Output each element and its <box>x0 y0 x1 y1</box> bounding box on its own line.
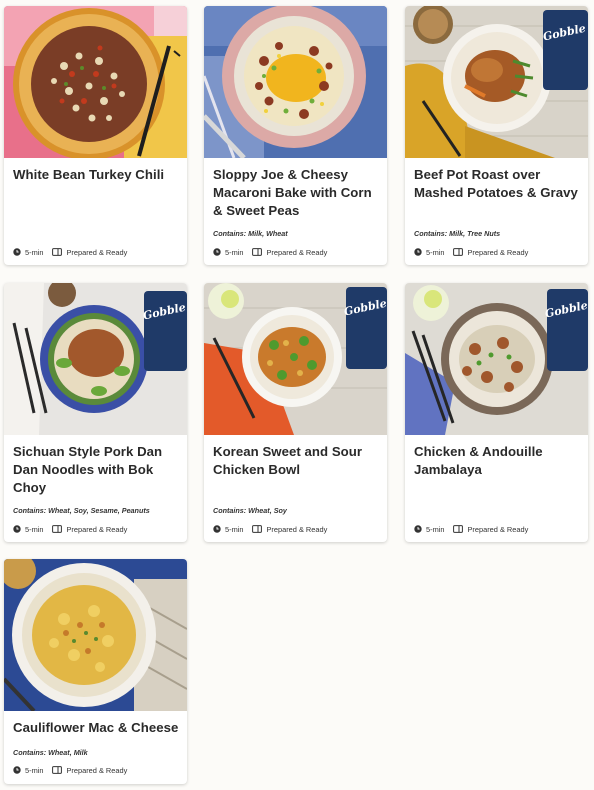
meal-card[interactable]: Gobble Chicken & Andouille Jambalaya 5-m… <box>405 283 588 542</box>
meal-photo: Gobble <box>405 283 588 435</box>
prep-status: Prepared & Ready <box>266 247 328 257</box>
prep-time: 5-min <box>225 524 244 534</box>
meal-title: Korean Sweet and Sour Chicken Bowl <box>213 444 363 477</box>
meal-title: White Bean Turkey Chili <box>13 167 165 182</box>
prep-time: 5-min <box>25 524 44 534</box>
allergen-info: Contains: Milk, Wheat <box>213 229 288 238</box>
prep-status: Prepared & Ready <box>266 524 328 534</box>
prep-status: Prepared & Ready <box>66 247 128 257</box>
meal-meta: 5-min Prepared & Ready <box>13 246 179 258</box>
clock-icon <box>213 248 221 256</box>
meal-card[interactable]: Gobble Beef Pot Roast over Mashed Potato… <box>405 6 588 265</box>
meal-card[interactable]: Sloppy Joe & Cheesy Macaroni Bake with C… <box>204 6 387 265</box>
meal-title: Chicken & Andouille Jambalaya <box>414 444 543 477</box>
meal-tray-icon <box>453 525 464 533</box>
meal-meta: 5-min Prepared & Ready <box>213 246 379 258</box>
meal-meta: 5-min Prepared & Ready <box>414 246 580 258</box>
prep-status: Prepared & Ready <box>66 765 128 775</box>
meal-meta: 5-min Prepared & Ready <box>13 764 179 776</box>
clock-icon <box>13 766 21 774</box>
meal-grid: White Bean Turkey Chili 5-min Prepared &… <box>0 0 594 790</box>
prep-status: Prepared & Ready <box>467 247 529 257</box>
meal-photo <box>204 6 387 158</box>
meal-photo <box>4 6 187 158</box>
prep-time: 5-min <box>426 524 445 534</box>
prep-time: 5-min <box>426 247 445 257</box>
meal-title: Sloppy Joe & Cheesy Macaroni Bake with C… <box>213 167 372 218</box>
meal-photo: Gobble <box>405 6 588 158</box>
prep-status: Prepared & Ready <box>467 524 529 534</box>
meal-tray-icon <box>252 248 263 256</box>
meal-tray-icon <box>453 248 464 256</box>
meal-tray-icon <box>52 248 63 256</box>
meal-tray-icon <box>252 525 263 533</box>
prep-status: Prepared & Ready <box>66 524 128 534</box>
meal-card[interactable]: White Bean Turkey Chili 5-min Prepared &… <box>4 6 187 265</box>
allergen-info: Contains: Wheat, Milk <box>13 748 88 757</box>
meal-card[interactable]: Gobble Korean Sweet and Sour Chicken Bow… <box>204 283 387 542</box>
clock-icon <box>13 248 21 256</box>
prep-time: 5-min <box>25 765 44 775</box>
allergen-info: Contains: Milk, Tree Nuts <box>414 229 501 238</box>
meal-meta: 5-min Prepared & Ready <box>13 523 179 535</box>
meal-tray-icon <box>52 525 63 533</box>
meal-title: Cauliflower Mac & Cheese <box>13 720 179 735</box>
meal-photo: Gobble <box>4 283 187 435</box>
meal-tray-icon <box>52 766 63 774</box>
meal-photo <box>4 559 187 711</box>
meal-photo: Gobble <box>204 283 387 435</box>
meal-meta: 5-min Prepared & Ready <box>213 523 379 535</box>
clock-icon <box>414 248 422 256</box>
clock-icon <box>13 525 21 533</box>
meal-card[interactable]: Cauliflower Mac & Cheese Contains: Wheat… <box>4 559 187 784</box>
allergen-info: Contains: Wheat, Soy, Sesame, Peanuts <box>13 506 150 515</box>
clock-icon <box>414 525 422 533</box>
clock-icon <box>213 525 221 533</box>
meal-title: Beef Pot Roast over Mashed Potatoes & Gr… <box>414 167 578 200</box>
prep-time: 5-min <box>225 247 244 257</box>
allergen-info: Contains: Wheat, Soy <box>213 506 287 515</box>
meal-meta: 5-min Prepared & Ready <box>414 523 580 535</box>
meal-title: Sichuan Style Pork Dan Dan Noodles with … <box>13 444 163 495</box>
meal-card[interactable]: Gobble Sichuan Style Pork Dan Dan Noodle… <box>4 283 187 542</box>
prep-time: 5-min <box>25 247 44 257</box>
